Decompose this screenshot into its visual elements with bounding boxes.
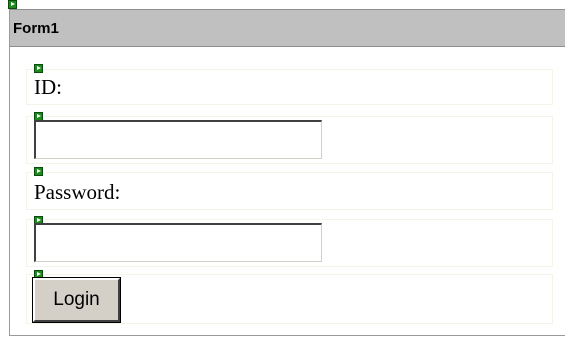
form-title: Form1: [13, 20, 59, 37]
password-field[interactable]: [34, 223, 322, 262]
row-id-label: [26, 69, 553, 105]
id-field[interactable]: [34, 120, 322, 159]
id-label: ID:: [34, 75, 62, 99]
form-titlebar: Form1: [10, 9, 565, 47]
password-label-marker-icon: [34, 167, 43, 176]
login-button[interactable]: Login: [32, 277, 121, 323]
page: Form1 ID: Password: Login: [0, 0, 565, 345]
password-label: Password:: [34, 180, 121, 204]
form-marker-icon: [8, 0, 17, 9]
id-label-marker-icon: [34, 64, 43, 73]
